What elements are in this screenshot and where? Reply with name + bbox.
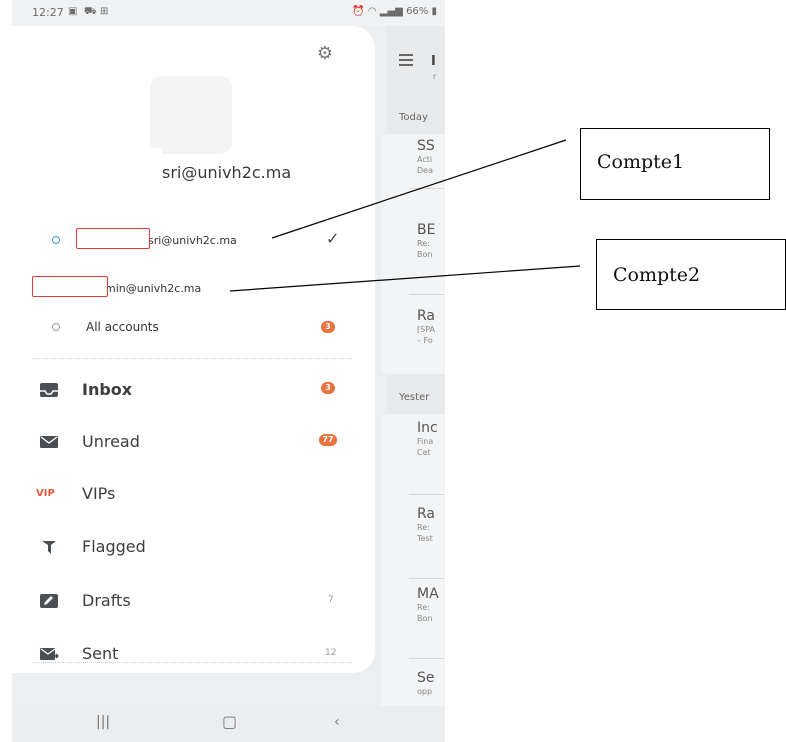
callout-line-2 xyxy=(229,265,581,292)
callout-label: Compte1 xyxy=(597,151,685,173)
callout-line-1 xyxy=(271,139,567,239)
callout-lines xyxy=(229,139,581,292)
callout-compte2: Compte2 xyxy=(596,239,786,310)
callout-label: Compte2 xyxy=(613,264,701,286)
callout-compte1: Compte1 xyxy=(580,128,770,200)
